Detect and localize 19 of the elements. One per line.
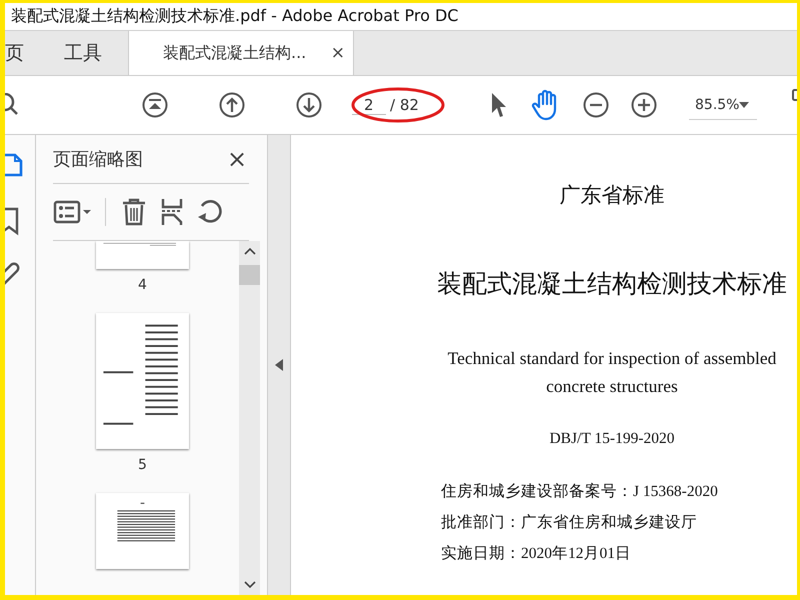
page-number-label: 4 <box>138 277 147 293</box>
zoom-dropdown[interactable]: 85.5% <box>689 90 758 120</box>
document-info-line: 实施日期：2020年12月01日 <box>441 544 631 564</box>
document-info-line: 批准部门：广东省住房和城乡建设厅 <box>441 513 697 533</box>
issuer-heading: 广东省标准 <box>560 182 664 209</box>
tab[interactable]: 工具 <box>64 31 128 75</box>
panel-title: 页面缩略图 <box>52 148 143 171</box>
tab-close-button[interactable]: × <box>330 43 345 63</box>
tab[interactable]: 页 <box>5 31 50 75</box>
tab[interactable]: 装配式混凝土结构... × <box>128 31 354 75</box>
standard-code: DBJ/T 15-199-2020 <box>549 430 674 448</box>
close-button[interactable]: × <box>224 145 250 173</box>
page-total: / 82 <box>390 96 419 114</box>
document-info-line: 住房和城乡建设部备案号：J 15368-2020 <box>441 482 718 502</box>
document-title: 装配式混凝土结构检测技术标准 <box>437 270 787 300</box>
english-title: Technical standard for inspection of assembled concrete structures <box>446 347 778 398</box>
page-number-label: 5 <box>138 457 147 473</box>
page-number-field[interactable]: 2 <box>352 96 386 114</box>
window-title: 装配式混凝土结构检测技术标准.pdf - Adobe Acrobat Pro DC <box>11 6 458 27</box>
